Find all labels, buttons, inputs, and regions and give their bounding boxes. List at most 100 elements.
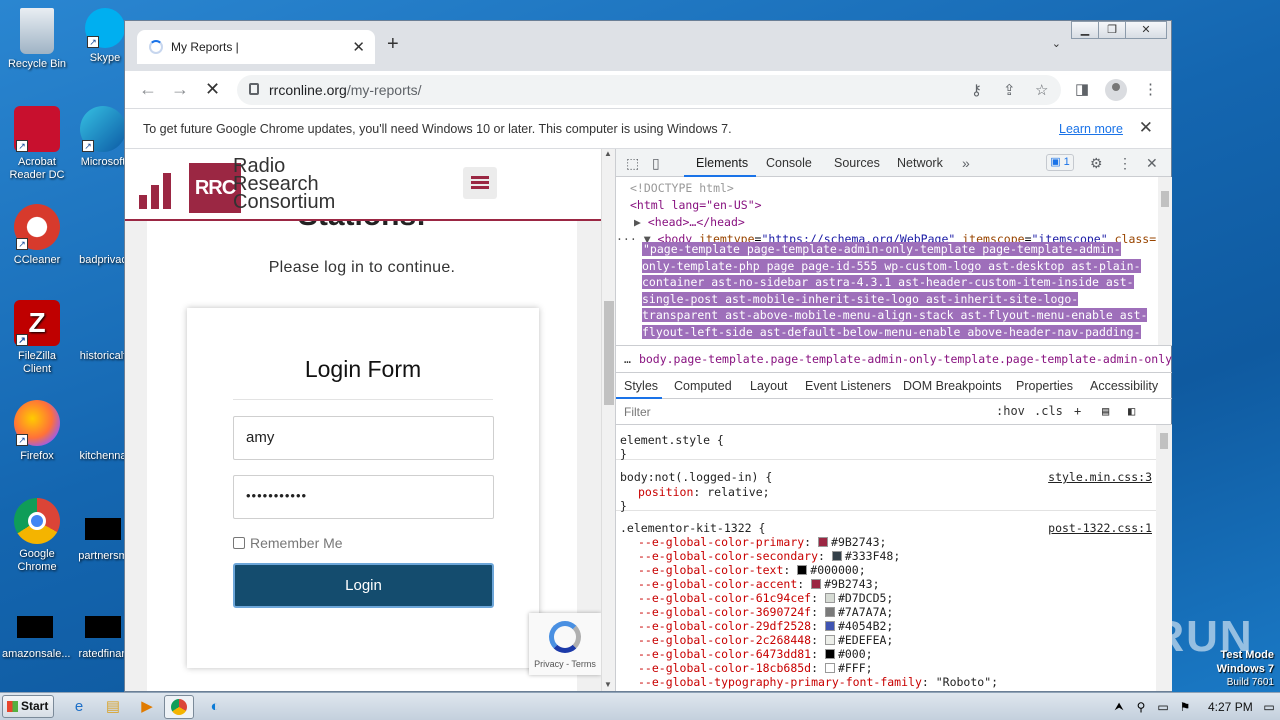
desktop-icon-file[interactable]: amazonsale... [2, 606, 70, 661]
page-scrollbar[interactable]: ▲ ▼ [601, 149, 615, 691]
device-toolbar-icon[interactable]: ▯ [652, 155, 660, 172]
styles-filter-input[interactable]: Filter [622, 403, 984, 421]
hamburger-menu-icon[interactable] [463, 167, 497, 199]
scroll-down-icon[interactable]: ▼ [604, 680, 612, 689]
desktop-icon-chrome[interactable]: Google Chrome [4, 498, 70, 574]
login-button[interactable]: Login [233, 563, 494, 608]
new-rule-plus-icon[interactable]: + [1074, 404, 1081, 418]
recaptcha-text[interactable]: Privacy - Terms [529, 659, 601, 669]
dom-scrollbar[interactable] [1158, 177, 1172, 345]
maximize-button[interactable]: ❐ [1098, 21, 1126, 39]
inspect-element-icon[interactable]: ⬚ [626, 155, 639, 172]
css-variable-declaration[interactable]: --e-global-typography-primary-font-famil… [638, 675, 998, 689]
color-swatch-icon[interactable] [811, 579, 822, 589]
body-rule[interactable]: body:not(.logged-in) { style.min.css:3 p… [616, 460, 1156, 513]
scroll-up-icon[interactable]: ▲ [604, 149, 612, 158]
toggle-sidebar-icon[interactable]: ◧ [1128, 404, 1135, 418]
scroll-thumb[interactable] [604, 301, 614, 405]
remember-me-checkbox[interactable] [233, 537, 245, 549]
desktop-icon-filezilla[interactable]: Z ↗ FileZilla Client [4, 300, 70, 376]
dom-html-node[interactable]: <html lang="en-US"> [630, 197, 762, 214]
color-swatch-icon[interactable] [824, 663, 835, 673]
ie-taskbar-icon[interactable]: e [64, 695, 94, 719]
css-variable-declaration[interactable]: --e-global-color-primary: #9B2743; [638, 535, 886, 549]
show-desktop-icon[interactable]: ▭ [1254, 695, 1280, 719]
tab-elements[interactable]: Elements [696, 156, 748, 170]
devtools-menu-icon[interactable]: ⋮ [1118, 155, 1132, 172]
profile-avatar-icon[interactable] [1105, 79, 1127, 101]
minimize-button[interactable]: ▁ [1071, 21, 1099, 39]
stop-loading-icon[interactable]: ✕ [205, 79, 220, 100]
breadcrumb[interactable]: … body.page-template.page-template-admin-… [616, 345, 1172, 373]
cls-toggle[interactable]: .cls [1034, 404, 1063, 418]
css-variable-declaration[interactable]: --e-global-color-29df2528: #4054B2; [638, 619, 893, 633]
css-variable-declaration[interactable]: --e-global-color-3690724f: #7A7A7A; [638, 605, 893, 619]
rule-source-link[interactable]: style.min.css:3 [1048, 470, 1152, 484]
color-swatch-icon[interactable] [824, 635, 835, 645]
edge-taskbar-icon[interactable]: ◐ [200, 695, 230, 719]
css-variable-declaration[interactable]: --e-global-color-text: #000000; [638, 563, 866, 577]
system-clock[interactable]: 4:27 PM [1208, 700, 1253, 714]
browser-tab[interactable]: My Reports | ✕ [137, 30, 375, 64]
recaptcha-badge[interactable]: Privacy - Terms [529, 613, 601, 675]
explorer-taskbar-icon[interactable]: ▤ [98, 695, 128, 719]
dom-head-node[interactable]: ▶ <head>…</head> [634, 214, 745, 231]
color-swatch-icon[interactable] [824, 593, 835, 603]
close-window-button[interactable]: ✕ [1125, 21, 1167, 39]
username-field[interactable]: amy [233, 416, 494, 460]
action-center-flag-icon[interactable]: ⚑ [1170, 695, 1200, 719]
css-variable-declaration[interactable]: --e-global-color-6473dd81: #000; [638, 647, 873, 661]
dom-doctype[interactable]: <!DOCTYPE html> [630, 180, 734, 197]
subtab-event-listeners[interactable]: Event Listeners [805, 379, 891, 393]
media-player-taskbar-icon[interactable]: ▶ [132, 695, 162, 719]
color-swatch-icon[interactable] [824, 649, 835, 659]
tab-network[interactable]: Network [897, 156, 943, 170]
tab-console[interactable]: Console [766, 156, 812, 170]
url-text[interactable]: rrconline.org/my-reports/ [269, 82, 422, 98]
styles-scrollbar[interactable] [1156, 425, 1172, 691]
side-panel-icon[interactable]: ◨ [1075, 80, 1089, 98]
tab-close-icon[interactable]: ✕ [352, 38, 365, 56]
breadcrumb-text[interactable]: body.page-template.page-template-admin-o… [639, 352, 1172, 366]
css-variable-declaration[interactable]: --e-global-color-2c268448: #EDEFEA; [638, 633, 893, 647]
css-variable-declaration[interactable]: --e-global-color-18cb685d: #FFF; [638, 661, 873, 675]
css-variable-declaration[interactable]: --e-global-typography-primary-font-weigh… [638, 689, 963, 691]
styles-scroll-thumb[interactable] [1160, 433, 1168, 449]
share-icon[interactable]: ⇪ [1003, 81, 1016, 99]
color-swatch-icon[interactable] [818, 537, 829, 547]
key-icon[interactable]: ⚷ [971, 81, 982, 99]
subtab-layout[interactable]: Layout [750, 379, 788, 393]
start-button[interactable]: Start [2, 695, 54, 718]
css-variable-declaration[interactable]: --e-global-color-secondary: #333F48; [638, 549, 900, 563]
address-bar[interactable]: rrconline.org/my-reports/ ⚷ ⇪ ☆ [237, 75, 1061, 105]
color-swatch-icon[interactable] [797, 565, 808, 575]
forward-arrow-icon[interactable]: → [171, 79, 189, 100]
back-arrow-icon[interactable]: ← [139, 79, 157, 100]
chrome-menu-icon[interactable]: ⋮ [1143, 80, 1158, 98]
new-tab-button[interactable]: + [387, 33, 399, 56]
desktop-icon-ccleaner[interactable]: ↗ CCleaner [4, 204, 70, 267]
rule-source-link[interactable]: post-1322.css:1 [1048, 521, 1152, 535]
subtab-accessibility[interactable]: Accessibility [1090, 379, 1158, 393]
devtools-close-icon[interactable]: ✕ [1146, 155, 1158, 172]
desktop-icon-firefox[interactable]: ↗ Firefox [4, 400, 70, 463]
rrc-logo[interactable]: RRC [139, 157, 241, 213]
tab-sources[interactable]: Sources [834, 156, 880, 170]
breadcrumb-ellipsis[interactable]: … [616, 352, 639, 366]
issues-badge[interactable]: ▣ 1 [1046, 154, 1074, 171]
element-style-rule[interactable]: element.style { } [616, 425, 1156, 461]
subtab-properties[interactable]: Properties [1016, 379, 1073, 393]
css-variable-declaration[interactable]: --e-global-color-61c94cef: #D7DCD5; [638, 591, 893, 605]
learn-more-link[interactable]: Learn more [1059, 122, 1123, 136]
body-class-value-selected[interactable]: "page-template page-template-admin-only-… [642, 241, 1154, 341]
infobar-close-icon[interactable]: ✕ [1139, 118, 1153, 138]
settings-gear-icon[interactable]: ⚙ [1090, 155, 1103, 172]
computed-styles-icon[interactable]: ▤ [1102, 404, 1109, 418]
color-swatch-icon[interactable] [824, 607, 835, 617]
password-field[interactable]: ••••••••••• [233, 475, 494, 519]
desktop-icon-skype[interactable]: ↗ Skype [80, 8, 130, 65]
hov-toggle[interactable]: :hov [996, 404, 1025, 418]
tab-search-chevron-icon[interactable]: ⌄ [1052, 37, 1061, 50]
desktop-icon-recycle-bin[interactable]: Recycle Bin [4, 8, 70, 71]
remember-me[interactable]: Remember Me [233, 535, 343, 551]
